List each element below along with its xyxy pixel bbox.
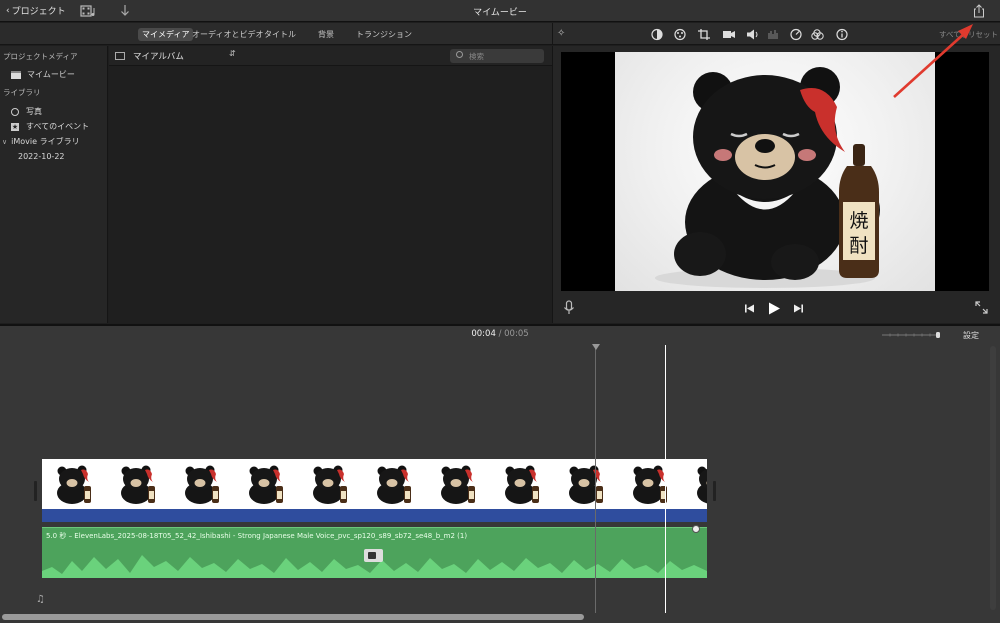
audio-clip-label: 5.0 秒 – ElevenLabs_2025-08-18T05_52_42_I… bbox=[46, 532, 468, 540]
noise-reduction-icon[interactable] bbox=[768, 30, 778, 39]
magic-wand-icon[interactable]: ✧ bbox=[557, 28, 565, 39]
updown-chevron-icon[interactable]: ⇵ bbox=[229, 49, 236, 58]
search-icon bbox=[456, 51, 463, 58]
filter-icon[interactable] bbox=[811, 29, 824, 40]
color-balance-icon[interactable] bbox=[651, 28, 663, 41]
tab-audio-video[interactable]: オーディオとビデオ bbox=[188, 28, 267, 41]
audio-fade-handle[interactable] bbox=[692, 525, 700, 533]
sidebar-item-all-events[interactable]: ★ すべてのイベント bbox=[0, 120, 108, 133]
search-placeholder: 検索 bbox=[469, 52, 484, 61]
library-header: ライブラリ bbox=[3, 88, 41, 97]
star-icon: ★ bbox=[11, 122, 19, 131]
skip-forward-icon[interactable] bbox=[794, 304, 803, 313]
video-thumbnail bbox=[682, 459, 707, 509]
video-thumbnail-strip bbox=[42, 459, 707, 509]
timeline-horizontal-scrollbar[interactable] bbox=[2, 614, 584, 620]
annotation-arrow bbox=[893, 24, 973, 98]
video-thumbnail bbox=[618, 459, 682, 509]
search-input[interactable]: 検索 bbox=[450, 49, 544, 63]
tab-titles[interactable]: タイトル bbox=[260, 28, 300, 41]
skimmer-line bbox=[595, 345, 596, 613]
video-thumbnail bbox=[42, 459, 106, 509]
skimmer-marker[interactable] bbox=[592, 344, 600, 350]
time-separator: / bbox=[498, 329, 502, 339]
current-time: 00:04 bbox=[471, 329, 496, 339]
playback-controls bbox=[745, 302, 803, 315]
info-icon[interactable] bbox=[836, 28, 848, 41]
video-camera-icon bbox=[368, 552, 376, 559]
video-thumbnail bbox=[490, 459, 554, 509]
timeline-settings-button[interactable]: 設定 bbox=[963, 330, 979, 341]
sidebar-item-label: iMovie ライブラリ bbox=[11, 137, 80, 146]
album-selector-label[interactable]: マイアルバム bbox=[133, 50, 184, 62]
video-thumbnail bbox=[554, 459, 618, 509]
crop-icon[interactable] bbox=[698, 29, 710, 40]
sidebar-item-imovie-library[interactable]: ∨ iMovie ライブラリ bbox=[0, 135, 108, 148]
video-clip-audio-bar[interactable] bbox=[42, 509, 707, 522]
timeline-zoom-slider[interactable] bbox=[882, 332, 940, 338]
play-icon[interactable] bbox=[769, 302, 780, 315]
video-clip[interactable] bbox=[42, 459, 707, 509]
sidebar-item-my-movie[interactable]: マイムービー bbox=[0, 68, 108, 81]
bottle-label-text: 酎 bbox=[849, 235, 868, 257]
volume-icon[interactable] bbox=[747, 29, 758, 40]
fullscreen-icon[interactable] bbox=[975, 301, 988, 314]
sidebar-item-photos[interactable]: 写真 bbox=[0, 105, 108, 118]
microphone-icon[interactable] bbox=[563, 300, 575, 316]
video-thumbnail bbox=[426, 459, 490, 509]
project-media-header: プロジェクトメディア bbox=[3, 52, 78, 61]
timecode-display: 00:04 / 00:05 bbox=[0, 329, 1000, 339]
stabilization-icon[interactable] bbox=[723, 31, 735, 38]
total-time: 00:05 bbox=[504, 329, 529, 339]
browser-tab-bar: マイメディア オーディオとビデオ タイトル 背景 トランジション bbox=[0, 23, 552, 45]
sidebar-item-label: 写真 bbox=[26, 107, 42, 116]
tab-backgrounds[interactable]: 背景 bbox=[314, 28, 338, 41]
clip-left-trim-handle[interactable] bbox=[34, 481, 37, 501]
skip-back-icon[interactable] bbox=[745, 304, 754, 313]
video-thumbnail bbox=[298, 459, 362, 509]
media-browser-content bbox=[109, 46, 552, 323]
photos-icon bbox=[11, 107, 19, 116]
chevron-down-icon: ∨ bbox=[2, 137, 8, 146]
playhead[interactable] bbox=[665, 345, 666, 613]
color-correction-icon[interactable] bbox=[674, 28, 686, 41]
video-thumbnail bbox=[106, 459, 170, 509]
sidebar-toggle-icon[interactable] bbox=[115, 52, 125, 60]
library-sidebar: プロジェクトメディア マイムービー ライブラリ 写真 ★ すべてのイベント ∨ … bbox=[0, 46, 108, 323]
sidebar-item-label: マイムービー bbox=[27, 70, 75, 79]
sidebar-item-label: すべてのイベント bbox=[26, 122, 90, 131]
sidebar-item-label: 2022-10-22 bbox=[18, 152, 65, 161]
timeline-vertical-scrollbar[interactable] bbox=[990, 346, 996, 610]
bottle-label-text: 焼 bbox=[849, 210, 868, 232]
share-icon[interactable] bbox=[973, 4, 985, 18]
sidebar-item-event-date[interactable]: 2022-10-22 bbox=[0, 150, 108, 163]
window-title: マイムービー bbox=[473, 8, 527, 18]
clapper-icon bbox=[11, 70, 21, 79]
video-thumbnail bbox=[362, 459, 426, 509]
video-thumbnail bbox=[170, 459, 234, 509]
clip-right-trim-handle[interactable] bbox=[713, 481, 716, 501]
video-thumbnail bbox=[234, 459, 298, 509]
clip-icon-badge[interactable] bbox=[364, 549, 383, 562]
tab-my-media[interactable]: マイメディア bbox=[138, 28, 194, 41]
speed-icon[interactable] bbox=[790, 28, 802, 41]
tab-transitions[interactable]: トランジション bbox=[352, 28, 416, 41]
music-note-icon: ♫ bbox=[36, 594, 45, 605]
